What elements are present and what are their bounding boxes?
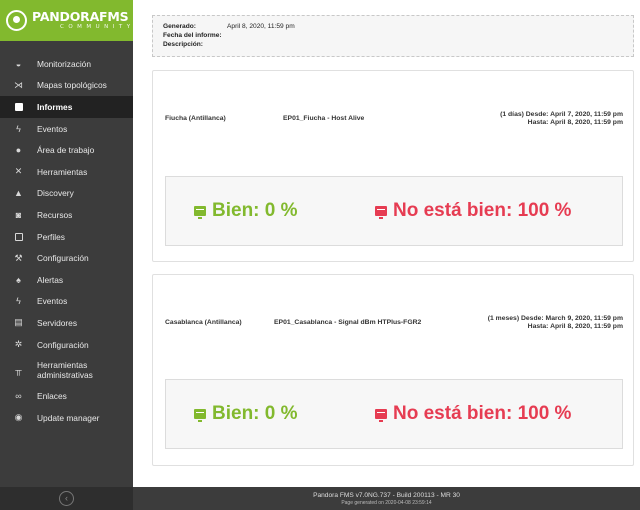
sidebar-item-alertas[interactable]: ♠ Alertas — [0, 269, 133, 291]
version-text: Pandora FMS v7.0NG.737 - Build 200113 - … — [313, 492, 460, 499]
sidebar-item-configuracion[interactable]: ⚒ Configuración — [0, 247, 133, 269]
not-ok-label: No está bien: 100 % — [393, 200, 572, 221]
sidebar-item-herramientas[interactable]: ✕ Herramientas — [0, 161, 133, 183]
discovery-icon: ▲ — [14, 188, 23, 199]
not-ok-monitor-icon — [375, 206, 387, 219]
ok-label: Bien: 0 % — [212, 403, 298, 424]
wrench-icon: ⚒ — [14, 252, 23, 263]
not-ok-stat: No está bien: 100 % — [375, 177, 571, 245]
collapse-sidebar-icon[interactable]: ‹ — [59, 491, 74, 506]
reports-icon — [0, 102, 37, 111]
sla-report-card: Casablanca (Antillanca) EP01_Casablanca … — [152, 274, 634, 466]
sidebar-item-configuracion-admin[interactable]: ✲ Configuración — [0, 334, 133, 356]
resources-icon: ◙ — [15, 209, 22, 220]
not-ok-label: No está bien: 100 % — [393, 403, 572, 424]
sidebar-footer: ‹ — [0, 487, 133, 510]
sidebar-item-servidores[interactable]: ▤ Servidores — [0, 312, 133, 334]
server-icon: ▤ — [14, 317, 23, 328]
ok-monitor-icon — [194, 409, 206, 422]
sidebar-item-eventos-admin[interactable]: ϟ Eventos — [0, 291, 133, 313]
page-footer: Pandora FMS v7.0NG.737 - Build 200113 - … — [133, 487, 640, 510]
sidebar-item-enlaces[interactable]: ∞ Enlaces — [0, 385, 133, 407]
generated-row: Generado: April 8, 2020, 11:59 pm — [163, 22, 623, 31]
user-icon: ● — [15, 145, 22, 156]
sidebar-item-update-manager[interactable]: ◉ Update manager — [0, 407, 133, 429]
pandora-logo[interactable]: PANDORAFMS COMMUNITY — [0, 0, 133, 41]
sidebar-item-discovery[interactable]: ▲ Discovery — [0, 183, 133, 205]
generated-timestamp: Page generated on 2020-04-08 23:59:14 — [341, 500, 432, 506]
sidebar-item-informes[interactable]: Informes — [0, 96, 133, 118]
topology-map-icon: ⋊ — [14, 79, 23, 90]
sla-report-header: Fiucha (Antillanca) EP01_Fiucha - Host A… — [153, 71, 633, 157]
pandora-logo-icon — [6, 10, 27, 31]
sidebar-item-herramientas-administrativas[interactable]: ╥ Herramientas administrativas — [0, 355, 133, 385]
brand-edition: COMMUNITY — [60, 23, 135, 30]
period-to: Hasta: April 8, 2020, 11:59 pm — [527, 323, 623, 330]
report-content: Generado: April 8, 2020, 11:59 pm Fecha … — [133, 0, 640, 487]
update-icon: ◉ — [14, 412, 23, 423]
module-name: EP01_Fiucha - Host Alive — [283, 115, 365, 122]
agent-name: Casablanca (Antillanca) — [165, 319, 242, 326]
sidebar-item-perfiles[interactable]: Perfiles — [0, 226, 133, 248]
sidebar: PANDORAFMS COMMUNITY ◒ Monitorización ⋊ … — [0, 0, 133, 510]
ok-stat: Bien: 0 % — [194, 177, 298, 245]
sla-report-card: Fiucha (Antillanca) EP01_Fiucha - Host A… — [152, 70, 634, 262]
report-date-label: Fecha del informe: — [163, 32, 222, 39]
report-info-box: Generado: April 8, 2020, 11:59 pm Fecha … — [152, 15, 634, 57]
period-to: Hasta: April 8, 2020, 11:59 pm — [527, 119, 623, 126]
ok-monitor-icon — [194, 206, 206, 219]
sla-report-header: Casablanca (Antillanca) EP01_Casablanca … — [153, 275, 633, 361]
sidebar-item-monitorizacion[interactable]: ◒ Monitorización — [0, 53, 133, 75]
module-name: EP01_Casablanca - Signal dBm HTPlus-FGR2 — [274, 319, 422, 326]
report-date-row: Fecha del informe: — [163, 31, 623, 40]
not-ok-monitor-icon — [375, 409, 387, 422]
description-label: Descripción: — [163, 41, 203, 48]
main-menu: ◒ Monitorización ⋊ Mapas topológicos Inf… — [0, 53, 133, 429]
gear-icon: ✲ — [14, 339, 23, 350]
link-icon: ∞ — [15, 391, 22, 402]
lightning-gear-icon: ϟ — [16, 296, 21, 307]
sidebar-item-mapas-topologicos[interactable]: ⋊ Mapas topológicos — [0, 75, 133, 97]
report-period: (1 meses) Desde: March 9, 2020, 11:59 pm… — [488, 315, 623, 331]
sidebar-item-eventos[interactable]: ϟ Eventos — [0, 118, 133, 140]
sla-summary-box: Bien: 0 % No está bien: 100 % — [165, 379, 623, 449]
admin-tools-icon: ╥ — [15, 365, 22, 376]
generated-label: Generado: — [163, 23, 196, 30]
agent-name: Fiucha (Antillanca) — [165, 115, 226, 122]
not-ok-stat: No está bien: 100 % — [375, 380, 571, 448]
sidebar-item-recursos[interactable]: ◙ Recursos — [0, 204, 133, 226]
sidebar-item-area-de-trabajo[interactable]: ● Área de trabajo — [0, 139, 133, 161]
period-from: (1 meses) Desde: March 9, 2020, 11:59 pm — [487, 315, 623, 322]
description-row: Descripción: — [163, 40, 623, 49]
brand-name: PANDORAFMS — [32, 9, 129, 24]
generated-value: April 8, 2020, 11:59 pm — [227, 23, 295, 30]
monitor-icon: ◒ — [15, 58, 22, 69]
tools-icon: ✕ — [14, 166, 23, 177]
sla-summary-box: Bien: 0 % No está bien: 100 % — [165, 176, 623, 246]
ok-stat: Bien: 0 % — [194, 380, 298, 448]
profile-icon — [0, 232, 37, 241]
bell-icon: ♠ — [16, 274, 21, 285]
ok-label: Bien: 0 % — [212, 200, 298, 221]
report-period: (1 días) Desde: April 7, 2020, 11:59 pm … — [500, 111, 623, 127]
lightning-icon: ϟ — [16, 123, 21, 134]
period-from: (1 días) Desde: April 7, 2020, 11:59 pm — [500, 111, 623, 118]
